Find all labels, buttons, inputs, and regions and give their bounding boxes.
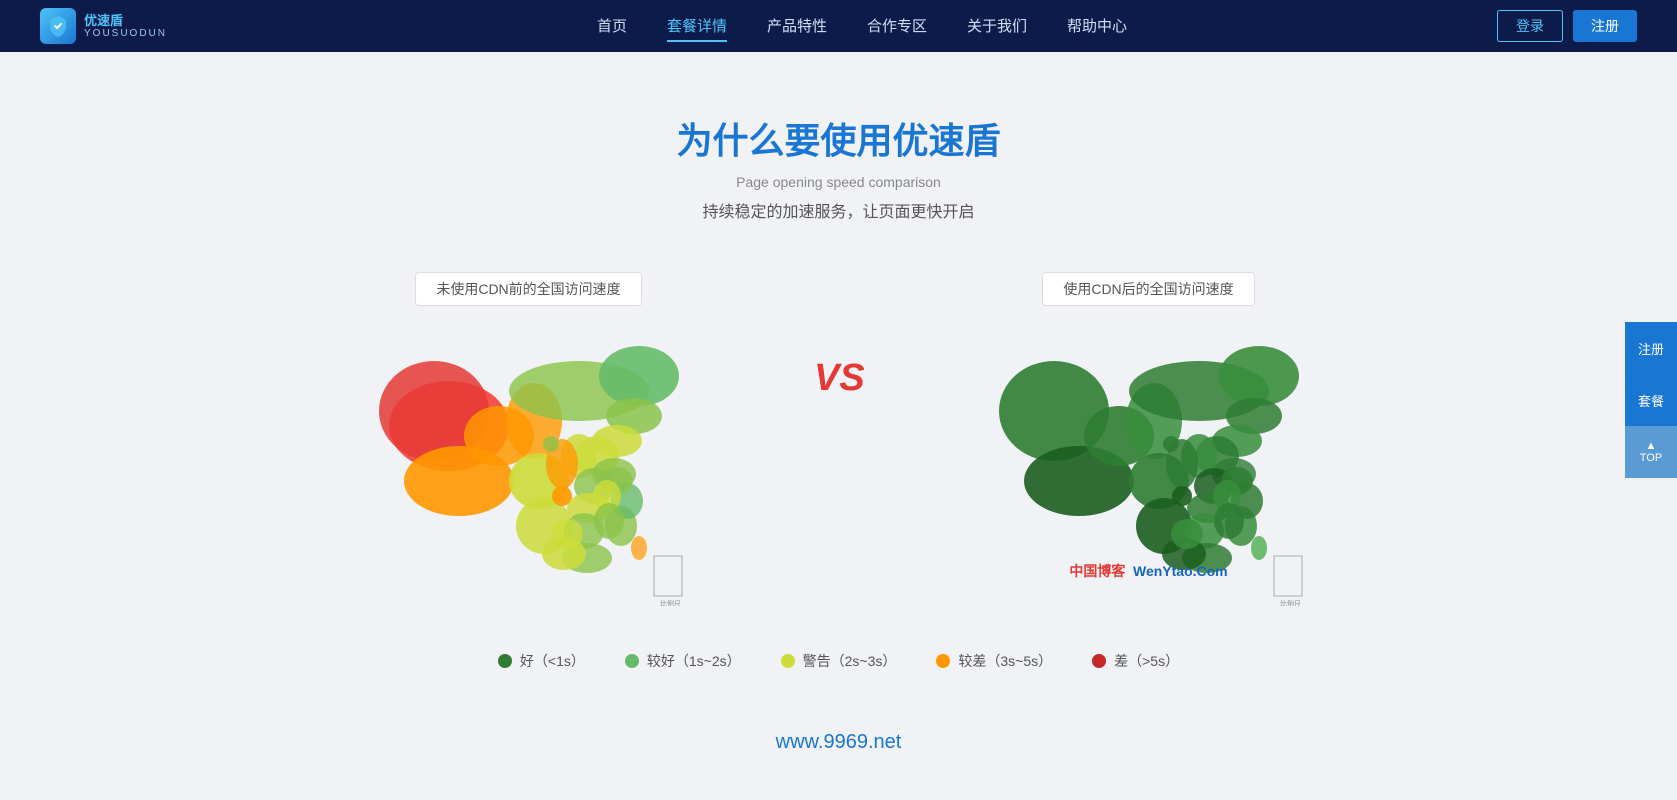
nav-packages[interactable]: 套餐详情 bbox=[667, 11, 727, 42]
navbar: 优速盾 YOUSUODUN 首页 套餐详情 产品特性 合作专区 关于我们 帮助中… bbox=[0, 0, 1677, 52]
nav-links: 首页 套餐详情 产品特性 合作专区 关于我们 帮助中心 bbox=[227, 11, 1497, 42]
nav-partners[interactable]: 合作专区 bbox=[867, 11, 927, 42]
legend-dot-bad bbox=[1092, 654, 1106, 668]
hero-subtitle-en: Page opening speed comparison bbox=[0, 174, 1677, 190]
legend-poor: 较差（3s~5s） bbox=[936, 651, 1052, 671]
logo[interactable]: 优速盾 YOUSUODUN bbox=[40, 8, 167, 44]
legend-label-warn: 警告（2s~3s） bbox=[803, 651, 897, 671]
register-button[interactable]: 注册 bbox=[1573, 10, 1637, 42]
nav-help[interactable]: 帮助中心 bbox=[1067, 11, 1127, 42]
legend: 好（<1s） 较好（1s~2s） 警告（2s~3s） 较差（3s~5s） 差（>… bbox=[0, 651, 1677, 671]
nav-home[interactable]: 首页 bbox=[597, 11, 627, 42]
china-map-before: 比例尺 bbox=[369, 326, 689, 606]
legend-dot-good bbox=[498, 654, 512, 668]
vs-divider: VS bbox=[799, 272, 879, 411]
map-after-label: 使用CDN后的全国访问速度 bbox=[1042, 272, 1254, 306]
top-arrow-icon: ▲ bbox=[1646, 440, 1657, 452]
nav-about[interactable]: 关于我们 bbox=[967, 11, 1027, 42]
bottom-watermark: www.9969.net bbox=[0, 711, 1677, 774]
hero-title: 为什么要使用优速盾 bbox=[0, 112, 1677, 164]
login-button[interactable]: 登录 bbox=[1497, 10, 1563, 42]
legend-good: 好（<1s） bbox=[498, 651, 585, 671]
top-label: TOP bbox=[1640, 452, 1662, 464]
svg-text:比例尺: 比例尺 bbox=[660, 599, 681, 606]
legend-dot-poor bbox=[936, 654, 950, 668]
hero-subtitle-cn: 持续稳定的加速服务，让页面更快开启 bbox=[0, 198, 1677, 222]
main-content: 为什么要使用优速盾 Page opening speed comparison … bbox=[0, 52, 1677, 774]
comparison-container: 未使用CDN前的全国访问速度 bbox=[139, 272, 1539, 611]
china-map-after: 比例尺 bbox=[989, 326, 1309, 606]
svg-text:比例尺: 比例尺 bbox=[1280, 599, 1301, 606]
map-before-label: 未使用CDN前的全国访问速度 bbox=[415, 272, 641, 306]
legend-dot-ok bbox=[625, 654, 639, 668]
logo-icon bbox=[40, 8, 76, 44]
map-after-wrapper: 比例尺 中国博客 WenYtao.Com bbox=[899, 326, 1399, 611]
nav-features[interactable]: 产品特性 bbox=[767, 11, 827, 42]
floating-top-button[interactable]: ▲ TOP bbox=[1625, 426, 1677, 478]
legend-warn: 警告（2s~3s） bbox=[781, 651, 897, 671]
legend-label-poor: 较差（3s~5s） bbox=[958, 651, 1052, 671]
legend-label-ok: 较好（1s~2s） bbox=[647, 651, 741, 671]
map-before-panel: 未使用CDN前的全国访问速度 bbox=[279, 272, 779, 611]
nav-actions: 登录 注册 bbox=[1497, 10, 1637, 42]
legend-label-good: 好（<1s） bbox=[520, 651, 585, 671]
vs-text: VS bbox=[809, 352, 869, 411]
bottom-watermark-text: www.9969.net bbox=[776, 731, 902, 753]
floating-buttons: 注册 套餐 ▲ TOP bbox=[1625, 322, 1677, 478]
hero-section: 为什么要使用优速盾 Page opening speed comparison … bbox=[0, 52, 1677, 711]
legend-dot-warn bbox=[781, 654, 795, 668]
map-before-wrapper: 比例尺 bbox=[279, 326, 779, 611]
legend-label-bad: 差（>5s） bbox=[1114, 651, 1179, 671]
map-after-panel: 使用CDN后的全国访问速度 bbox=[899, 272, 1399, 611]
svg-text:VS: VS bbox=[814, 357, 865, 399]
logo-name: 优速盾 bbox=[84, 13, 167, 29]
legend-ok: 较好（1s~2s） bbox=[625, 651, 741, 671]
floating-register-button[interactable]: 注册 bbox=[1625, 322, 1677, 374]
floating-package-button[interactable]: 套餐 bbox=[1625, 374, 1677, 426]
logo-subtitle: YOUSUODUN bbox=[84, 28, 167, 39]
legend-bad: 差（>5s） bbox=[1092, 651, 1179, 671]
